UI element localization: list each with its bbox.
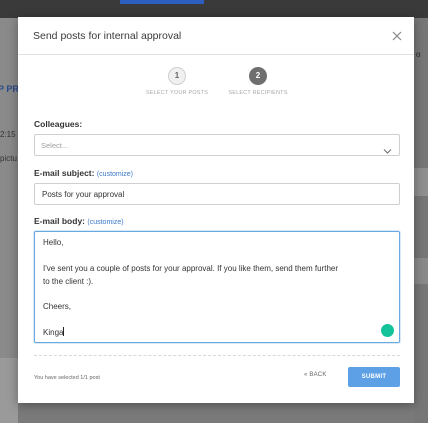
- step-number: 2: [249, 67, 267, 85]
- approval-modal: Send posts for internal approval 1 SELEC…: [18, 17, 414, 403]
- background-right-box: [414, 258, 428, 284]
- step-label: SELECT YOUR POSTS: [145, 90, 209, 96]
- body-line-2: to the client :).: [43, 277, 94, 286]
- body-label: E-mail body: (customize): [34, 216, 124, 226]
- body-name-line: Kinga: [43, 327, 65, 337]
- subject-label-text: E-mail subject:: [34, 168, 95, 178]
- email-body-textarea[interactable]: Hello, I've sent you a couple of posts f…: [34, 231, 400, 343]
- body-customize-link[interactable]: (customize): [87, 219, 123, 226]
- background-right-panel: o: [414, 18, 428, 423]
- colleagues-placeholder: Select...: [41, 141, 69, 150]
- footer-divider: [34, 355, 400, 356]
- grammar-assistant-icon[interactable]: [381, 324, 394, 337]
- step-select-recipients: 2 SELECT RECIPIENTS: [218, 67, 298, 96]
- body-label-text: E-mail body:: [34, 216, 86, 226]
- background-bottom-strip: [18, 403, 414, 423]
- background-left-panel: P PR 2:15 pictu: [0, 18, 19, 423]
- modal-title: Send posts for internal approval: [33, 30, 182, 42]
- background-accent-bar: [120, 0, 204, 4]
- text-caret: [63, 327, 65, 336]
- colleagues-select[interactable]: Select...: [34, 134, 400, 156]
- colleagues-label: Colleagues:: [34, 119, 82, 129]
- body-name: Kinga: [43, 328, 64, 337]
- subject-customize-link[interactable]: (customize): [97, 171, 133, 178]
- background-right-fragment: o: [416, 50, 421, 59]
- subject-label: E-mail subject: (customize): [34, 168, 133, 178]
- body-signoff: Cheers,: [43, 302, 72, 311]
- chevron-down-icon: [383, 142, 392, 154]
- selected-count-note: You have selected 1/1 post: [34, 375, 100, 381]
- step-number: 1: [168, 67, 186, 85]
- background-right-box: [414, 168, 428, 196]
- subject-input[interactable]: [34, 183, 400, 205]
- background-title-fragment: P PR: [0, 84, 19, 94]
- background-time-fragment: 2:15: [0, 130, 16, 139]
- stepper: 1 SELECT YOUR POSTS 2 SELECT RECIPIENTS: [18, 67, 414, 107]
- close-icon[interactable]: [390, 29, 404, 43]
- background-topbar: [0, 0, 428, 18]
- step-select-posts[interactable]: 1 SELECT YOUR POSTS: [137, 67, 217, 96]
- modal-header: Send posts for internal approval: [18, 17, 414, 55]
- body-line-1: I've sent you a couple of posts for your…: [43, 264, 339, 273]
- colleagues-label-text: Colleagues:: [34, 119, 83, 129]
- back-button[interactable]: « BACK: [304, 372, 327, 378]
- body-greeting: Hello,: [43, 238, 64, 247]
- step-label: SELECT RECIPIENTS: [228, 90, 288, 96]
- submit-button[interactable]: SUBMIT: [348, 367, 400, 387]
- background-photo: [0, 358, 18, 423]
- background-text-fragment: pictu: [0, 154, 17, 163]
